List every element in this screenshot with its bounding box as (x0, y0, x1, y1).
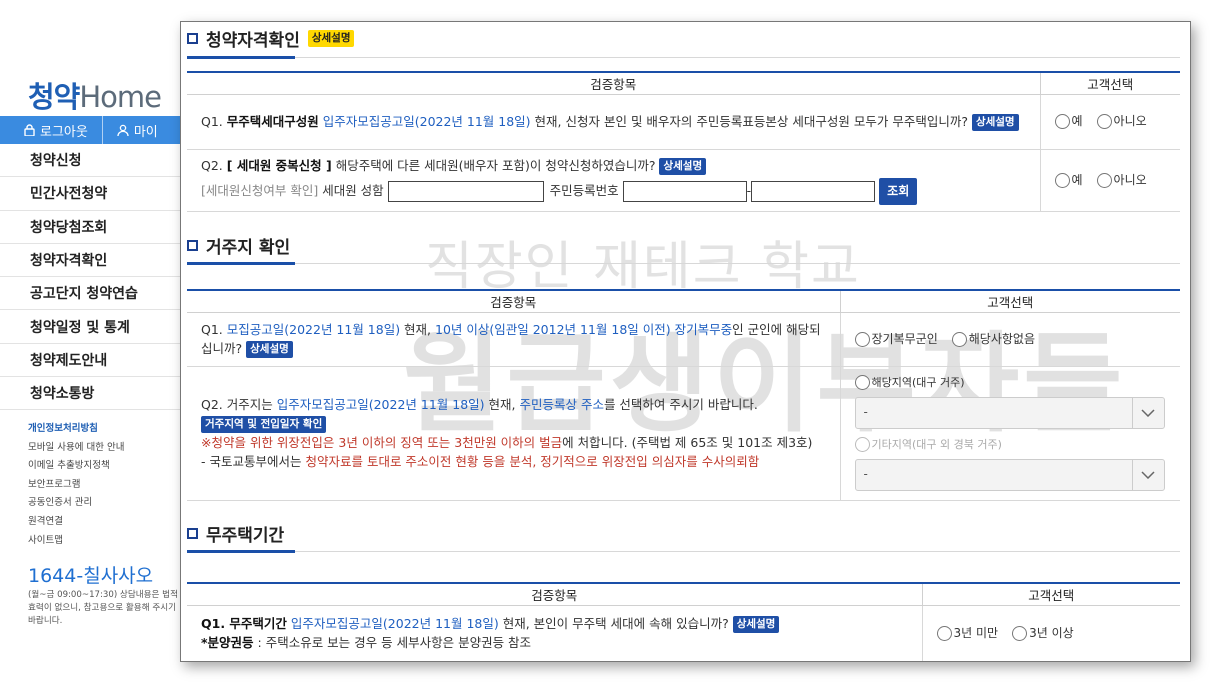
table-row: Q2. [ 세대원 중복신청 ] 해당주택에 다른 세대원(배우자 포함)이 청… (187, 149, 1180, 212)
detail-button[interactable]: 상세설명 (659, 157, 707, 175)
login-bar: 로그아웃 마이 (0, 116, 185, 144)
search-button[interactable]: 조회 (879, 177, 918, 205)
nav-item[interactable]: 공고단지 청약연습 (0, 277, 185, 311)
footer-link[interactable]: 보안프로그램 (28, 476, 124, 495)
radio-yes[interactable]: 예 (1054, 171, 1083, 190)
lock-icon (24, 124, 35, 136)
nav-item[interactable]: 청약제도안내 (0, 344, 185, 378)
eligibility-panel: 직장인 재테크 학교 월급생이부자들 청약자격확인 상세설명 검증항목 고객선택… (180, 21, 1191, 662)
radio-over-3-years[interactable]: 3년 이상 (1012, 624, 1074, 643)
table-row: Q1. 무주택기간 입주자모집공고일(2022년 11월 18일) 현재, 본인… (187, 605, 1180, 661)
section-title-homeless-period: 무주택기간 (187, 521, 284, 546)
section-divider (187, 262, 1180, 265)
footer-link[interactable]: 원격연결 (28, 513, 124, 532)
residence-check-button[interactable]: 거주지역 및 전입일자 확인 (201, 416, 327, 433)
question-cell: Q2. 거주지는 입주자모집공고일(2022년 11월 18일) 현재, 주민등… (187, 366, 840, 501)
watermark-line1: 직장인 재테크 학교 (425, 237, 861, 297)
logout-button[interactable]: 로그아웃 (0, 116, 88, 144)
radio-no[interactable]: 아니오 (1096, 171, 1147, 190)
choice-cell: 장기복무군인 해당사항없음 (839, 312, 1180, 367)
mypage-button[interactable]: 마이 (101, 116, 158, 144)
section-title-eligibility: 청약자격확인 상세설명 (187, 26, 355, 51)
residence-table: 검증항목 고객선택 Q1. 모집공고일(2022년 11월 18일) 현재, 1… (187, 289, 1180, 501)
user-icon (117, 124, 129, 136)
footer-link[interactable]: 모바일 사용에 대한 안내 (28, 439, 124, 458)
site-sidebar: 청약Home 로그아웃 마이 청약신청 민간사전청약 청약당첨조회 청약자격확인… (0, 0, 185, 684)
support-hours: (월~금 09:00~17:30) 상담내용은 법적효력이 없으니, 참고용으로… (28, 590, 178, 626)
footer-link[interactable]: 이메일 추출방지정책 (28, 457, 124, 476)
nav-item[interactable]: 청약당첨조회 (0, 211, 185, 244)
member-name-input[interactable] (387, 180, 544, 202)
rrn-front-input[interactable] (622, 180, 747, 202)
footer-link[interactable]: 공동인증서 관리 (28, 494, 124, 513)
col-header-item: 검증항목 (187, 72, 1040, 95)
square-bullet-icon (187, 528, 198, 539)
radio-long-service[interactable]: 장기복무군인 (854, 330, 938, 349)
col-header-item: 검증항목 (187, 583, 922, 606)
local-area-select[interactable]: - (854, 396, 1165, 429)
nav-item[interactable]: 청약일정 및 통계 (0, 310, 185, 344)
eligibility-table: 검증항목 고객선택 Q1. 무주택세대구성원 입주자모집공고일(2022년 11… (187, 71, 1180, 212)
footer-links: 개인정보처리방침 모바일 사용에 대한 안내 이메일 추출방지정책 보안프로그램… (28, 420, 124, 550)
support-phone: 1644-칠사사오 (28, 565, 154, 587)
radio-under-3-years[interactable]: 3년 미만 (936, 624, 998, 643)
section-title-residence: 거주지 확인 (187, 233, 290, 258)
nav-item[interactable]: 청약소통방 (0, 377, 185, 411)
rrn-back-input[interactable] (751, 180, 876, 202)
nav-item[interactable]: 민간사전청약 (0, 177, 185, 211)
chevron-down-icon (1131, 397, 1164, 428)
col-header-choice: 고객선택 (839, 290, 1180, 313)
col-header-choice: 고객선택 (921, 583, 1180, 606)
detail-button[interactable]: 상세설명 (246, 341, 293, 358)
table-row: Q1. 무주택세대구성원 입주자모집공고일(2022년 11월 18일) 현재,… (187, 94, 1180, 150)
homeless-period-table: 검증항목 고객선택 Q1. 무주택기간 입주자모집공고일(2022년 11월 1… (187, 582, 1180, 661)
col-header-choice: 고객선택 (1039, 72, 1180, 95)
section-divider (187, 550, 1180, 553)
nav-item[interactable]: 청약신청 (0, 144, 185, 178)
radio-other-area[interactable]: 기타지역(대구 외 경북 거주) (854, 435, 1002, 454)
radio-local-area[interactable]: 해당지역(대구 거주) (854, 373, 965, 392)
section-divider (187, 56, 1180, 59)
radio-yes[interactable]: 예 (1054, 112, 1083, 131)
choice-cell: 예 아니오 (1039, 149, 1180, 212)
other-area-select[interactable]: - (854, 458, 1165, 491)
question-cell: Q1. 무주택세대구성원 입주자모집공고일(2022년 11월 18일) 현재,… (187, 94, 1040, 150)
question-cell: Q2. [ 세대원 중복신청 ] 해당주택에 다른 세대원(배우자 포함)이 청… (187, 149, 1040, 212)
col-header-item: 검증항목 (187, 290, 840, 313)
question-cell: Q1. 무주택기간 입주자모집공고일(2022년 11월 18일) 현재, 본인… (187, 605, 922, 661)
table-row: Q2. 거주지는 입주자모집공고일(2022년 11월 18일) 현재, 주민등… (187, 366, 1180, 501)
radio-no[interactable]: 아니오 (1096, 112, 1147, 131)
table-row: Q1. 모집공고일(2022년 11월 18일) 현재, 10년 이상(임관일 … (187, 312, 1180, 367)
detail-button[interactable]: 상세설명 (307, 30, 355, 47)
site-logo[interactable]: 청약Home (28, 74, 162, 116)
chevron-down-icon (1131, 459, 1164, 490)
footer-link[interactable]: 사이트맵 (28, 532, 124, 551)
question-cell: Q1. 모집공고일(2022년 11월 18일) 현재, 10년 이상(임관일 … (187, 312, 840, 367)
detail-button[interactable]: 상세설명 (732, 616, 780, 634)
main-nav: 청약신청 민간사전청약 청약당첨조회 청약자격확인 공고단지 청약연습 청약일정… (0, 144, 185, 411)
choice-cell: 예 아니오 (1039, 94, 1180, 150)
detail-button[interactable]: 상세설명 (971, 114, 1019, 131)
footer-link[interactable]: 개인정보처리방침 (28, 420, 124, 439)
choice-cell: 해당지역(대구 거주) - 기타지역(대구 외 경북 거주) - (839, 366, 1180, 501)
square-bullet-icon (187, 240, 198, 251)
choice-cell: 3년 미만 3년 이상 (921, 605, 1180, 661)
radio-not-applicable[interactable]: 해당사항없음 (951, 330, 1035, 349)
nav-item[interactable]: 청약자격확인 (0, 244, 185, 278)
square-bullet-icon (187, 33, 198, 44)
